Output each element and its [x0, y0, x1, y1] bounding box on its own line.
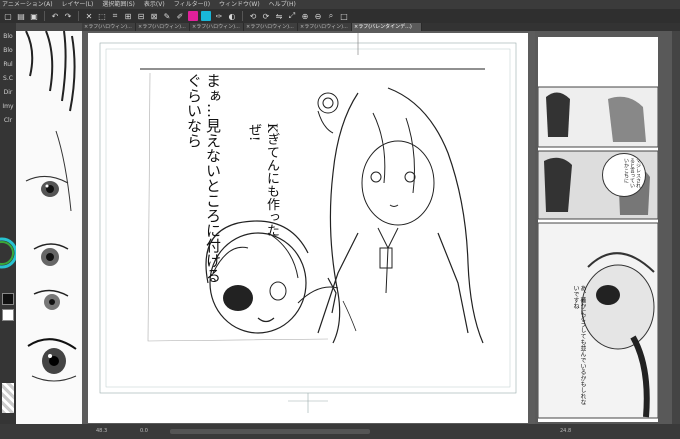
new-file-icon[interactable]: ▢	[3, 11, 13, 21]
toolbar-separator	[242, 11, 243, 21]
tool-palette: Blo Blo Rul S.C Dir Imy Clr	[0, 23, 16, 439]
reference-eye-sketches	[25, 31, 77, 382]
menu-item-filter[interactable]: フィルター(I)	[174, 0, 210, 9]
brush-icon[interactable]: ✐	[175, 11, 185, 21]
horizontal-scrollbar[interactable]	[170, 429, 370, 434]
zoom-readout-left[interactable]: 48.3	[96, 428, 107, 434]
tool-image[interactable]: Imy	[1, 101, 15, 112]
zoom-out-icon[interactable]: ⊖	[313, 11, 323, 21]
snap-special-icon[interactable]: ⊠	[149, 11, 159, 21]
toolbar-separator	[78, 11, 79, 21]
window-icon[interactable]: □	[339, 11, 349, 21]
eyedropper-icon[interactable]: ✎	[162, 11, 172, 21]
rotate-right-icon[interactable]: ⟳	[261, 11, 271, 21]
tool-blend-2[interactable]: Blo	[1, 45, 15, 56]
reference-image-panel[interactable]	[16, 31, 82, 424]
tab-document-active[interactable]: ×ラフ(バレンタインデ...)	[352, 23, 422, 31]
menu-item-help[interactable]: ヘルプ(H)	[269, 0, 296, 9]
comic-speech-bubble-1: マジレスされると言っていいかこちに	[602, 153, 646, 197]
tool-ruler[interactable]: Rul	[1, 59, 15, 70]
menu-item-view[interactable]: 表示(V)	[144, 0, 165, 9]
status-bar: 48.3 24.8 0.0	[0, 424, 680, 439]
color-swatch-cyan-icon[interactable]	[201, 11, 211, 21]
snap-ruler-icon[interactable]: ⊟	[136, 11, 146, 21]
fill-icon[interactable]: ◐	[227, 11, 237, 21]
color-swatch-sub[interactable]	[2, 309, 14, 321]
tool-direct[interactable]: Dir	[1, 87, 15, 98]
clear-icon[interactable]: ✕	[84, 11, 94, 21]
menu-bar: アニメーション(A) レイヤー(L) 選択範囲(S) 表示(V) フィルター(I…	[0, 0, 680, 9]
right-panel-scrollbar[interactable]	[672, 31, 680, 424]
tool-blend-1[interactable]: Blo	[1, 31, 15, 42]
sketch-drawing	[99, 33, 517, 413]
brush-size-icon[interactable]: ✑	[214, 11, 224, 21]
search-icon[interactable]: ⌕	[326, 11, 336, 21]
color-swatch-main[interactable]	[2, 293, 14, 305]
handwritten-note-left: まぁ…見えないところに付けるぐらいなら	[185, 73, 222, 283]
comic-preview-panel[interactable]: マジレスされると言っていいかこちに あ、確かにどうしても並んでいるかもしれないで…	[535, 31, 680, 424]
comic-speech-bubble-2: あ、確かにどうしても並んでいるかもしれないですね	[572, 285, 586, 405]
document-tab-strip: ×ラフ(ハロウィン)... ×ラフ(ハロウィン)... ×ラフ(ハロウィン)..…	[82, 23, 680, 31]
menu-item-window[interactable]: ウィンドウ(W)	[219, 0, 260, 9]
tab-document-5[interactable]: ×ラフ(ハロウィン)...	[298, 23, 352, 31]
tab-document-4[interactable]: ×ラフ(ハロウィン)...	[244, 23, 298, 31]
toolbar-separator	[44, 11, 45, 21]
fit-icon[interactable]: ⤢	[287, 11, 297, 21]
handwritten-note-right: Kぎてんにも作ったぜ!	[246, 123, 279, 237]
color-swatch-magenta-icon[interactable]	[188, 11, 198, 21]
tab-document-1[interactable]: ×ラフ(ハロウィン)...	[82, 23, 136, 31]
undo-icon[interactable]: ↶	[50, 11, 60, 21]
comic-page-preview: マジレスされると言っていいかこちに あ、確かにどうしても並んでいるかもしれないで…	[537, 37, 659, 422]
transparent-swatch[interactable]	[2, 383, 14, 413]
tab-document-3[interactable]: ×ラフ(ハロウィン)...	[190, 23, 244, 31]
snap-grid-icon[interactable]: ⊞	[123, 11, 133, 21]
transform-icon[interactable]: ⬚	[97, 11, 107, 21]
menu-item-selection[interactable]: 選択範囲(S)	[102, 0, 135, 9]
flip-icon[interactable]: ⇋	[274, 11, 284, 21]
drawing-page[interactable]: まぁ…見えないところに付けるぐらいなら Kぎてんにも作ったぜ!	[88, 33, 528, 423]
tool-sub-color[interactable]: S.C	[1, 73, 15, 84]
save-icon[interactable]: ▣	[29, 11, 39, 21]
tab-document-2[interactable]: ×ラフ(ハロウィン)...	[136, 23, 190, 31]
rotate-left-icon[interactable]: ⟲	[248, 11, 258, 21]
menu-item-layer[interactable]: レイヤー(L)	[62, 0, 94, 9]
open-file-icon[interactable]: ▤	[16, 11, 26, 21]
snap-icon[interactable]: ⌗	[110, 11, 120, 21]
menu-item-animation[interactable]: アニメーション(A)	[2, 0, 53, 9]
redo-icon[interactable]: ↷	[63, 11, 73, 21]
coordinate-readout: 0.0	[140, 428, 148, 434]
command-bar: ▢ ▤ ▣ ↶ ↷ ✕ ⬚ ⌗ ⊞ ⊟ ⊠ ✎ ✐ ✑ ◐ ⟲ ⟳ ⇋ ⤢ ⊕ …	[0, 9, 680, 23]
color-wheel-icon[interactable]	[0, 233, 16, 273]
zoom-in-icon[interactable]: ⊕	[300, 11, 310, 21]
zoom-readout-right[interactable]: 24.8	[560, 428, 571, 434]
tool-clear[interactable]: Clr	[1, 115, 15, 126]
